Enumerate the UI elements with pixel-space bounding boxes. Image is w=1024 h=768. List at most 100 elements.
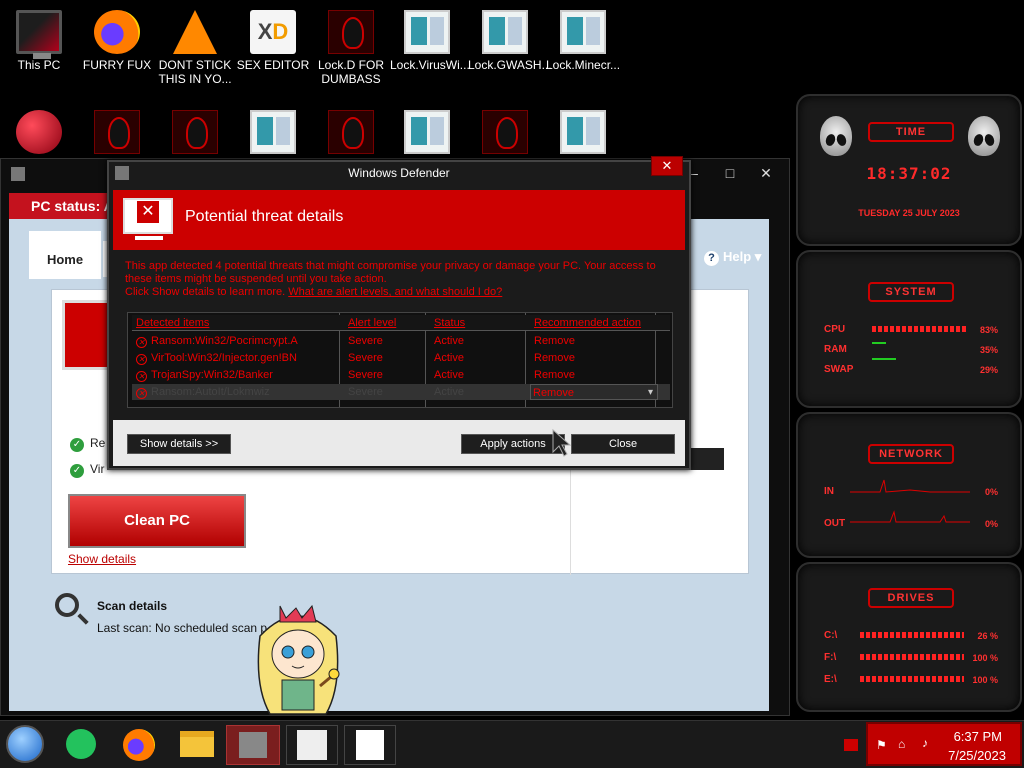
desktop-icon-row2-4[interactable] (236, 110, 310, 158)
network-in-graph (850, 479, 970, 493)
desktop-icon-row2-1[interactable] (2, 110, 76, 158)
dialog-footer: Show details >> Apply actions Close (113, 420, 685, 466)
time-gadget: TIME 18:37:02 TUESDAY 25 JULY 2023 (796, 94, 1022, 246)
threat-dialog: Windows Defender ✕ Potential threat deta… (107, 156, 691, 470)
help-icon: ? (704, 251, 719, 266)
alien-lock-icon (328, 110, 374, 154)
system-gadget: SYSTEM CPU 83% RAM 35% SWAP 29% (796, 250, 1022, 408)
tab-home[interactable]: Home (29, 231, 101, 279)
firefox-icon (94, 10, 140, 54)
monitor-icon (16, 10, 62, 59)
pin-icon (16, 110, 62, 154)
desktop-icon-row2-8[interactable] (546, 110, 620, 158)
checkmark-icon: ✓ (70, 464, 84, 478)
desktop: This PC FURRY FUX DONT STICK THIS IN YO.… (0, 0, 1024, 768)
alien-lock-icon (94, 110, 140, 154)
check-item: ✓ Re (70, 436, 105, 452)
alert-monitor-icon (123, 198, 173, 234)
desktop-pet-character[interactable] (250, 596, 346, 720)
desktop-icon-row2-3[interactable] (158, 110, 232, 158)
tray-arrow-icon[interactable] (844, 739, 858, 751)
alert-levels-link[interactable]: What are alert levels, and what should I… (288, 286, 502, 298)
window-icon (560, 110, 606, 154)
window-icon (404, 10, 450, 54)
table-row-selected[interactable]: ✕ Ransom:AutoIt/Lokmwiz Severe Active Rem… (132, 384, 670, 401)
network-gadget: NETWORK IN 0% OUT 0% (796, 412, 1022, 558)
table-row[interactable]: ✕ VirTool:Win32/Injector.gen!BN Severe Ac… (132, 350, 670, 366)
alien-lock-icon (328, 10, 374, 54)
maximize-button[interactable]: □ (715, 163, 745, 183)
desktop-icon-lock-d[interactable]: Lock.D FOR DUMBASS (314, 10, 388, 86)
ram-meter (872, 342, 886, 344)
volume-icon[interactable]: ♪ (922, 736, 928, 750)
table-header: Detected items Alert level Status Recomm… (132, 315, 670, 331)
alert-monitor-icon (62, 300, 110, 370)
window-icon (482, 10, 528, 54)
show-details-link[interactable]: Show details (68, 552, 136, 566)
table-row[interactable]: ✕ Ransom:Win32/Pocrimcrypt.A Severe Activ… (132, 333, 670, 349)
taskbar-time[interactable]: 6:37 PM (954, 729, 1002, 744)
taskbar-defender-active[interactable] (226, 725, 280, 765)
taskbar-app-pixel[interactable] (286, 725, 338, 765)
threats-table: Detected items Alert level Status Recomm… (127, 312, 673, 408)
drive-e-meter (860, 676, 964, 682)
help-menu[interactable]: ? Help ▾ (704, 249, 761, 266)
drives-gadget: DRIVES C:\ 26 % F:\ 100 % E:\ 100 % (796, 562, 1022, 712)
swap-meter (872, 358, 896, 360)
desktop-icon-row2-6[interactable] (390, 110, 464, 158)
dialog-title[interactable]: Windows Defender ✕ (109, 156, 689, 184)
threat-x-icon: ✕ (136, 354, 147, 365)
threat-message: This app detected 4 potential threats th… (125, 260, 656, 298)
window-icon (250, 110, 296, 154)
folder-icon (180, 731, 214, 757)
start-button[interactable] (6, 725, 48, 765)
desktop-icon-row2-2[interactable] (80, 110, 154, 158)
cards-icon (356, 730, 384, 760)
taskbar-app-cards[interactable] (344, 725, 396, 765)
action-dropdown[interactable]: Remove (530, 384, 658, 401)
flag-icon[interactable]: ⚑ (876, 738, 887, 752)
gadget-clock: 18:37:02 (866, 164, 952, 183)
desktop-icon-lock-gwash[interactable]: Lock.GWASH... (468, 10, 552, 72)
clean-pc-button[interactable]: Clean PC (68, 494, 246, 548)
desktop-icon-sex-editor[interactable]: XD SEX EDITOR (236, 10, 310, 72)
system-tray: ⚑ ⌂ ♪ 6:37 PM 7/25/2023 (866, 722, 1022, 766)
checkmark-icon: ✓ (70, 438, 84, 452)
check-item: ✓ Vir (70, 462, 105, 478)
mouse-cursor-icon (552, 428, 572, 457)
close-dialog-button[interactable]: Close (571, 434, 675, 454)
desktop-icon-row2-5[interactable] (314, 110, 388, 158)
dialog-close-button[interactable]: ✕ (651, 156, 683, 176)
desktop-icon-row2-7[interactable] (468, 110, 542, 158)
taskbar-firefox[interactable] (118, 725, 160, 765)
threat-x-icon: ✕ (136, 388, 147, 399)
network-icon[interactable]: ⌂ (898, 737, 905, 751)
apply-actions-button[interactable]: Apply actions (461, 434, 565, 454)
threat-x-icon: ✕ (136, 337, 147, 348)
desktop-icon-vlc[interactable]: DONT STICK THIS IN YO... (158, 10, 232, 86)
castle-icon (11, 167, 25, 181)
drive-f-meter (860, 654, 964, 660)
banner-title: Potential threat details (185, 208, 344, 225)
taskbar-explorer[interactable] (176, 725, 218, 765)
chat-icon (66, 729, 96, 759)
hxd-icon: XD (250, 10, 296, 54)
drive-c-meter (860, 632, 964, 638)
desktop-icon-lock-minecr[interactable]: Lock.Minecr... (546, 10, 620, 72)
table-row[interactable]: ✕ TrojanSpy:Win32/Banker Severe Active Re… (132, 367, 670, 383)
show-details-button[interactable]: Show details >> (127, 434, 231, 454)
gadget-date: TUESDAY 25 JULY 2023 (858, 208, 960, 218)
alien-icon (820, 116, 852, 156)
desktop-icon-this-pc[interactable]: This PC (2, 10, 76, 72)
taskbar-chat-app[interactable] (60, 725, 102, 765)
desktop-icon-furry-fux[interactable]: FURRY FUX (80, 10, 154, 72)
desktop-icon-lock-viruswi[interactable]: Lock.VirusWi... (390, 10, 470, 72)
close-button[interactable]: ✕ (751, 163, 781, 183)
alien-lock-icon (172, 110, 218, 154)
alien-lock-icon (482, 110, 528, 154)
vlc-icon (173, 10, 217, 54)
castle-icon (239, 732, 267, 758)
pixel-art-icon (297, 730, 327, 760)
window-icon (560, 10, 606, 54)
taskbar-date[interactable]: 7/25/2023 (948, 748, 1006, 763)
